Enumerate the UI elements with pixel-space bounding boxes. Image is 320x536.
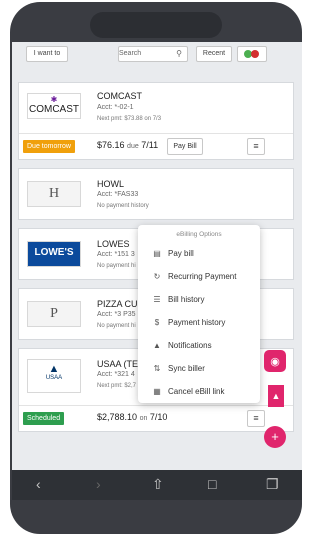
menu-item-bill-history[interactable]: ☰ Bill history	[150, 293, 204, 307]
card-footer: Due tomorrow $76.16 due 7/11 Pay Bill ≡	[19, 133, 293, 159]
camera-button[interactable]: ◉	[264, 350, 286, 372]
biller-account: Acct: *321 4	[97, 371, 135, 378]
pizza-logo: P	[27, 301, 81, 327]
menu-item-label: Notifications	[168, 341, 212, 350]
amount-value: $2,788.10	[97, 412, 138, 422]
dollar-icon: $	[154, 318, 160, 327]
due-tomorrow-badge: Due tomorrow	[23, 140, 75, 153]
biller-next-payment: No payment hi	[97, 263, 136, 269]
biller-card-howl[interactable]: H HOWL Acct: *FAS33 No payment history	[18, 168, 294, 220]
eagle-icon: ▲	[48, 363, 60, 375]
biller-account: Acct: *-02-1	[97, 104, 134, 111]
biller-card-comcast[interactable]: ✱ COMCAST COMCAST Acct: *-02-1 Next pmt:…	[18, 82, 294, 160]
biller-next-payment: No payment hi	[97, 323, 136, 329]
menu-item-payment-history[interactable]: $ Payment history	[150, 316, 226, 330]
menu-item-label: Bill history	[168, 295, 205, 304]
back-icon[interactable]: ‹	[36, 476, 41, 492]
tabs-icon[interactable]: ❐	[266, 476, 279, 493]
menu-item-recurring-payment[interactable]: ↻ Recurring Payment	[150, 270, 237, 284]
options-menu-button[interactable]: ≡	[247, 138, 265, 155]
red-status-icon	[251, 50, 259, 58]
biller-account: Acct: *3 P35	[97, 311, 136, 318]
due-label: due	[127, 143, 139, 150]
share-icon[interactable]: ⇧	[152, 476, 164, 493]
biller-next-payment: Next pmt: $73.88 on 7/3	[97, 116, 162, 122]
list-icon: ☰	[153, 295, 161, 304]
popup-title: eBilling Options	[176, 231, 222, 238]
browser-toolbar: ‹ › ⇧ □ ❐	[12, 470, 302, 500]
biller-name: COMCAST	[97, 91, 142, 101]
menu-item-label: Cancel eBill link	[168, 387, 225, 396]
search-icon: ⚲	[176, 49, 182, 58]
biller-next-payment: No payment history	[97, 203, 149, 209]
recent-button[interactable]: Recent	[196, 46, 232, 62]
amount-due: $2,788.10 on 7/10	[97, 412, 167, 422]
card-footer: Scheduled $2,788.10 on 7/10 ≡	[19, 405, 293, 431]
lowes-logo: LOWE'S	[27, 241, 81, 267]
menu-item-sync-biller[interactable]: ⇅ Sync biller	[150, 362, 205, 376]
phone-notch	[90, 12, 222, 38]
due-date: 7/10	[149, 412, 168, 422]
biller-name: USAA (TES	[97, 359, 145, 369]
biller-account: Acct: *151 3	[97, 251, 135, 258]
forward-icon[interactable]: ›	[96, 476, 101, 492]
nbc-peacock-icon: ✱	[50, 95, 58, 104]
bookmarks-icon[interactable]: □	[208, 476, 216, 492]
amount-due: $76.16 due 7/11	[97, 140, 158, 150]
due-date: 7/11	[141, 140, 159, 150]
menu-item-label: Payment history	[168, 318, 226, 327]
refresh-icon: ↻	[153, 272, 161, 281]
top-toolbar: I want to Search ⚲ Recent	[12, 42, 302, 70]
biller-name: HOWL	[97, 179, 124, 189]
document-icon: ▲	[271, 391, 281, 401]
logo-text: USAA	[45, 375, 63, 381]
menu-item-cancel-ebill-link[interactable]: ▦ Cancel eBill link	[150, 385, 224, 399]
document-upload-button[interactable]: ▲	[268, 385, 284, 407]
add-button[interactable]: +	[264, 426, 286, 448]
pay-bill-button[interactable]: Pay Bill	[167, 138, 203, 155]
sync-icon: ⇅	[153, 364, 161, 373]
status-toggle-button[interactable]	[237, 46, 267, 62]
amount-value: $76.16	[97, 140, 125, 150]
howl-logo: H	[27, 181, 81, 207]
ebilling-options-menu: eBilling Options ▤ Pay bill ↻ Recurring Pa…	[138, 225, 260, 403]
usaa-logo: ▲ USAA	[27, 359, 81, 393]
biller-name: PIZZA CUB	[97, 299, 144, 309]
menu-item-label: Pay bill	[168, 249, 194, 258]
plus-icon: +	[271, 429, 279, 444]
biller-next-payment: Next pmt: $2,7	[97, 383, 137, 389]
due-label: on	[139, 415, 148, 422]
trash-icon: ▦	[153, 387, 161, 396]
logo-text: COMCAST	[29, 104, 79, 115]
biller-account: Acct: *FAS33	[97, 191, 139, 198]
i-want-to-button[interactable]: I want to	[26, 46, 68, 62]
options-menu-button[interactable]: ≡	[247, 410, 265, 427]
bill-icon: ▤	[153, 249, 161, 258]
menu-item-label: Recurring Payment	[168, 272, 237, 281]
menu-item-notifications[interactable]: ▲ Notifications	[150, 339, 212, 353]
menu-item-pay-bill[interactable]: ▤ Pay bill	[150, 247, 194, 261]
biller-name: LOWES	[97, 239, 130, 249]
comcast-logo: ✱ COMCAST	[27, 93, 81, 119]
camera-icon: ◉	[270, 356, 280, 368]
scheduled-badge: Scheduled	[23, 412, 65, 425]
search-input[interactable]: Search ⚲	[118, 46, 188, 62]
menu-item-label: Sync biller	[168, 364, 205, 373]
bell-icon: ▲	[153, 341, 161, 350]
app-screen: I want to Search ⚲ Recent ✱ COMCAST COMC…	[12, 42, 302, 470]
